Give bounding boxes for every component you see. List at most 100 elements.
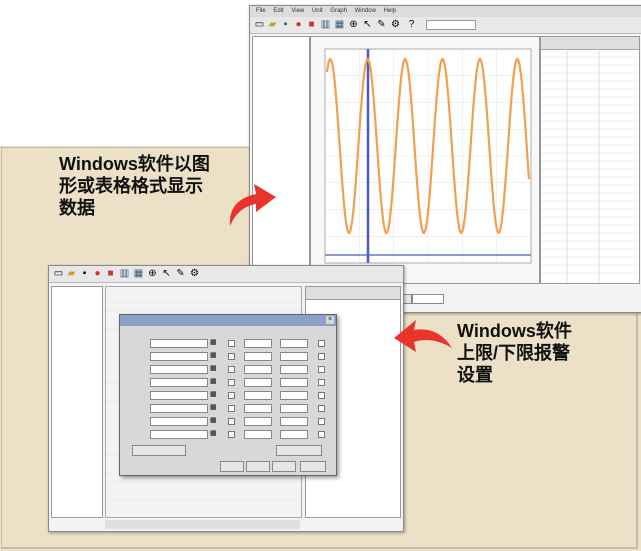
channel-name-field[interactable]: [150, 417, 208, 426]
alarm-row: ▦: [120, 365, 336, 376]
menu-graph[interactable]: Graph: [330, 6, 347, 17]
channel-name-field[interactable]: [150, 339, 208, 348]
channel-icon[interactable]: ▦: [210, 391, 218, 399]
lower-limit-field[interactable]: [244, 365, 272, 374]
record-icon[interactable]: ●: [92, 268, 103, 279]
stop-icon[interactable]: ■: [105, 268, 116, 279]
channel-name-field[interactable]: [150, 430, 208, 439]
channel-name-field[interactable]: [150, 378, 208, 387]
callout-line: 数据: [59, 198, 95, 218]
stop-icon[interactable]: ■: [306, 19, 317, 30]
channel-name-field[interactable]: [150, 391, 208, 400]
alarm-row: ▦: [120, 430, 336, 441]
channel-name-field[interactable]: [150, 352, 208, 361]
upper-limit-field[interactable]: [280, 430, 308, 439]
alarm-checkbox[interactable]: [318, 366, 325, 373]
menu-unit[interactable]: Unit: [312, 6, 323, 17]
upper-limit-field[interactable]: [280, 378, 308, 387]
right-action-button[interactable]: [276, 445, 322, 456]
alarm-checkbox[interactable]: [318, 418, 325, 425]
table-icon[interactable]: ▦: [133, 268, 144, 279]
help-icon[interactable]: ?: [406, 19, 417, 30]
cursor-icon[interactable]: ↖: [362, 19, 373, 30]
enable-checkbox[interactable]: [228, 340, 235, 347]
chart-icon[interactable]: ▥: [119, 268, 130, 279]
sine-chart[interactable]: [311, 37, 539, 283]
record-icon[interactable]: ●: [293, 19, 304, 30]
enable-checkbox[interactable]: [228, 431, 235, 438]
toolbar-dropdown[interactable]: [426, 20, 476, 30]
tab-table[interactable]: [412, 294, 444, 304]
alarm-checkbox[interactable]: [318, 353, 325, 360]
lower-limit-field[interactable]: [244, 352, 272, 361]
dialog-title-bar: ×: [120, 315, 336, 326]
chart-icon[interactable]: ▥: [320, 19, 331, 30]
channel-name-field[interactable]: [150, 365, 208, 374]
menu-window[interactable]: Window: [355, 6, 376, 17]
dialog-button[interactable]: [246, 461, 270, 472]
alarm-checkbox[interactable]: [318, 379, 325, 386]
upper-limit-field[interactable]: [280, 417, 308, 426]
enable-checkbox[interactable]: [228, 379, 235, 386]
open-folder-icon[interactable]: ▰: [66, 268, 77, 279]
channel-name-field[interactable]: [150, 404, 208, 413]
new-file-icon[interactable]: ▭: [53, 268, 64, 279]
menu-view[interactable]: View: [291, 6, 304, 17]
open-folder-icon[interactable]: ▰: [267, 19, 278, 30]
zoom-icon[interactable]: ⊕: [348, 19, 359, 30]
settings-icon[interactable]: ⚙: [189, 268, 200, 279]
enable-checkbox[interactable]: [228, 353, 235, 360]
dialog-button[interactable]: [300, 461, 326, 472]
lower-limit-field[interactable]: [244, 378, 272, 387]
alarm-checkbox[interactable]: [318, 405, 325, 412]
channel-icon[interactable]: ▦: [210, 404, 218, 412]
enable-checkbox[interactable]: [228, 418, 235, 425]
pen-icon[interactable]: ✎: [376, 19, 387, 30]
close-icon[interactable]: ×: [326, 316, 334, 324]
pen-icon[interactable]: ✎: [175, 268, 186, 279]
new-file-icon[interactable]: ▭: [254, 19, 265, 30]
alarm-settings-dialog: × ▦ ▦ ▦ ▦ ▦ ▦ ▦ ▦: [119, 314, 337, 476]
upper-limit-field[interactable]: [280, 352, 308, 361]
dialog-button[interactable]: [220, 461, 244, 472]
cursor-icon[interactable]: ↖: [161, 268, 172, 279]
upper-limit-field[interactable]: [280, 391, 308, 400]
table-icon[interactable]: ▦: [334, 19, 345, 30]
upper-limit-field[interactable]: [280, 404, 308, 413]
alarm-checkbox[interactable]: [318, 340, 325, 347]
channel-icon[interactable]: ▦: [210, 339, 218, 347]
alarm-row: ▦: [120, 378, 336, 389]
upper-limit-field[interactable]: [280, 365, 308, 374]
channel-icon[interactable]: ▦: [210, 430, 218, 438]
channel-icon[interactable]: ▦: [210, 365, 218, 373]
alarm-checkbox[interactable]: [318, 392, 325, 399]
lower-limit-field[interactable]: [244, 430, 272, 439]
enable-checkbox[interactable]: [228, 366, 235, 373]
lower-limit-field[interactable]: [244, 391, 272, 400]
table-grid: [541, 49, 639, 283]
left-action-button[interactable]: [132, 445, 186, 456]
lower-limit-field[interactable]: [244, 404, 272, 413]
save-icon[interactable]: ▪: [79, 268, 90, 279]
alarm-checkbox[interactable]: [318, 431, 325, 438]
data-table[interactable]: [540, 36, 640, 284]
dialog-button[interactable]: [272, 461, 296, 472]
menu-edit[interactable]: Edit: [273, 6, 283, 17]
channel-icon[interactable]: ▦: [210, 378, 218, 386]
channel-icon[interactable]: ▦: [210, 352, 218, 360]
lower-limit-field[interactable]: [244, 417, 272, 426]
zoom-icon[interactable]: ⊕: [147, 268, 158, 279]
chart-pane: [310, 36, 540, 284]
lower-limit-field[interactable]: [244, 339, 272, 348]
menu-file[interactable]: File: [256, 6, 266, 17]
save-icon[interactable]: ▪: [280, 19, 291, 30]
enable-checkbox[interactable]: [228, 405, 235, 412]
upper-limit-field[interactable]: [280, 339, 308, 348]
alarm-row: ▦: [120, 404, 336, 415]
channel-icon[interactable]: ▦: [210, 417, 218, 425]
settings-icon[interactable]: ⚙: [390, 19, 401, 30]
menu-bar: File Edit View Unit Graph Window Help: [250, 6, 641, 17]
bottom-toolbar: [105, 520, 300, 529]
enable-checkbox[interactable]: [228, 392, 235, 399]
menu-help[interactable]: Help: [384, 6, 396, 17]
